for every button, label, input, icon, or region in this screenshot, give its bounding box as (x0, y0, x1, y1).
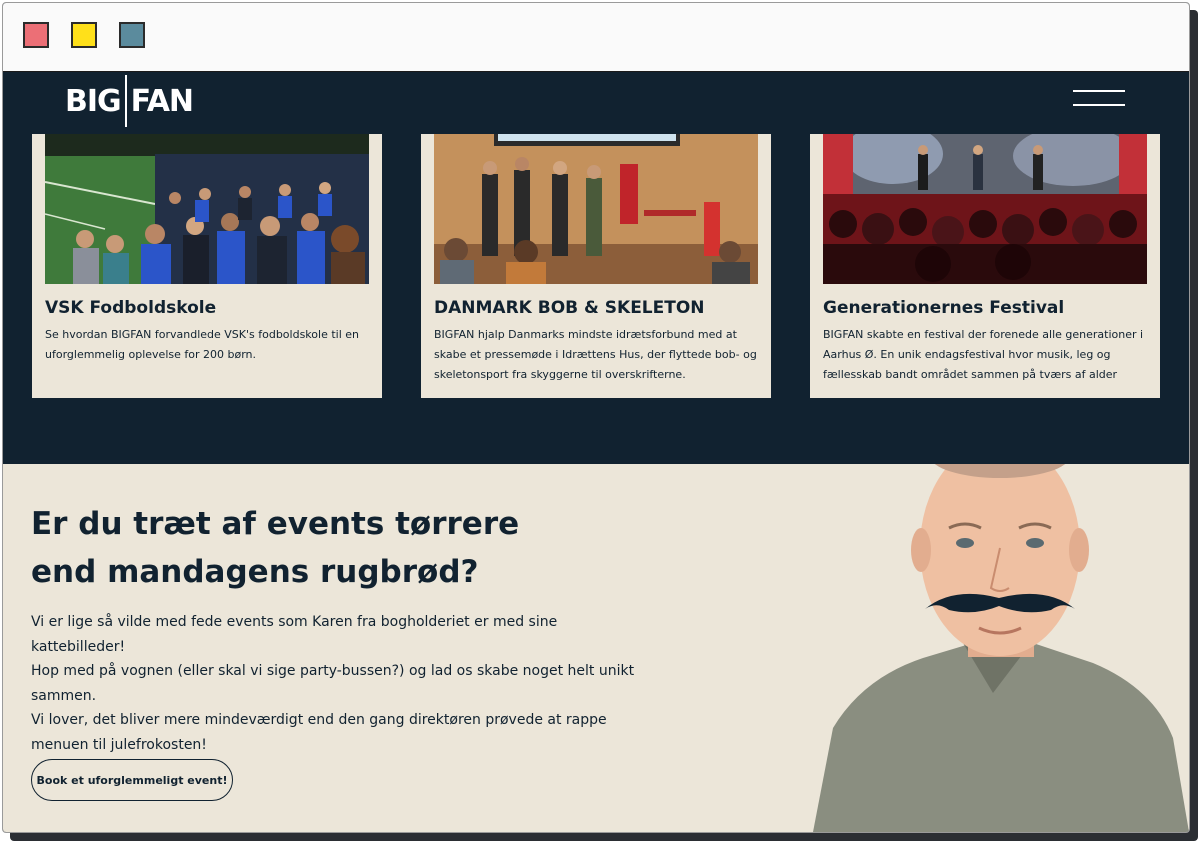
book-event-button[interactable]: Book et uforglemmeligt event! (31, 759, 233, 801)
menu-line-bottom (1073, 104, 1125, 106)
hamburger-menu-icon[interactable] (1073, 89, 1127, 109)
hero-headline: Er du træt af events tørrere end mandage… (31, 500, 551, 596)
bigfan-logo[interactable]: BIG FAN (65, 74, 194, 128)
case-title: VSK Fodboldskole (45, 298, 217, 318)
site-header: BIG FAN (3, 72, 1189, 134)
case-description: Se hvordan BIGFAN forvandlede VSK's fodb… (45, 328, 359, 361)
case-title: DANMARK BOB & SKELETON (434, 298, 705, 318)
hero-body: Vi er lige så vilde med fede events som … (31, 610, 651, 757)
window-titlebar (3, 3, 1189, 72)
logo-divider (124, 75, 127, 127)
hero-headline-line1: Er du træt af events tørrere (31, 506, 520, 542)
hero-headline-line2: end mandagens rugbrød? (31, 554, 479, 590)
hero-paragraph: Vi er lige så vilde med fede events som … (31, 614, 558, 655)
case-description: BIGFAN skabte en festival der forenede a… (823, 328, 1144, 381)
case-image-football-school (45, 134, 369, 284)
close-window-button[interactable] (23, 22, 49, 48)
logo-text-fan: FAN (130, 83, 194, 119)
minimize-window-button[interactable] (71, 22, 97, 48)
portrait-with-mustache (813, 464, 1189, 832)
logo-text-big: BIG (65, 83, 122, 119)
case-image-concert (823, 134, 1147, 284)
case-card-bob-skeleton[interactable]: DANMARK BOB & SKELETON BIGFAN hjalp Danm… (421, 134, 771, 398)
case-description: BIGFAN hjalp Danmarks mindste idrætsforb… (434, 328, 757, 381)
browser-window: BIG FAN VSK Fodboldskole Se hvordan BIGF… (2, 2, 1190, 833)
hero-paragraph: Vi lover, det bliver mere mindeværdigt e… (31, 712, 607, 753)
menu-line-top (1073, 90, 1125, 92)
case-card-vsk[interactable]: VSK Fodboldskole Se hvordan BIGFAN forva… (32, 134, 382, 398)
case-image-press-meeting (434, 134, 758, 284)
case-card-festival[interactable]: Generationernes Festival BIGFAN skabte e… (810, 134, 1160, 398)
hero-paragraph: Hop med på vognen (eller skal vi sige pa… (31, 663, 635, 704)
maximize-window-button[interactable] (119, 22, 145, 48)
case-title: Generationernes Festival (823, 298, 1065, 318)
case-cards-section: VSK Fodboldskole Se hvordan BIGFAN forva… (3, 134, 1189, 464)
hero-section: Er du træt af events tørrere end mandage… (3, 464, 1189, 832)
